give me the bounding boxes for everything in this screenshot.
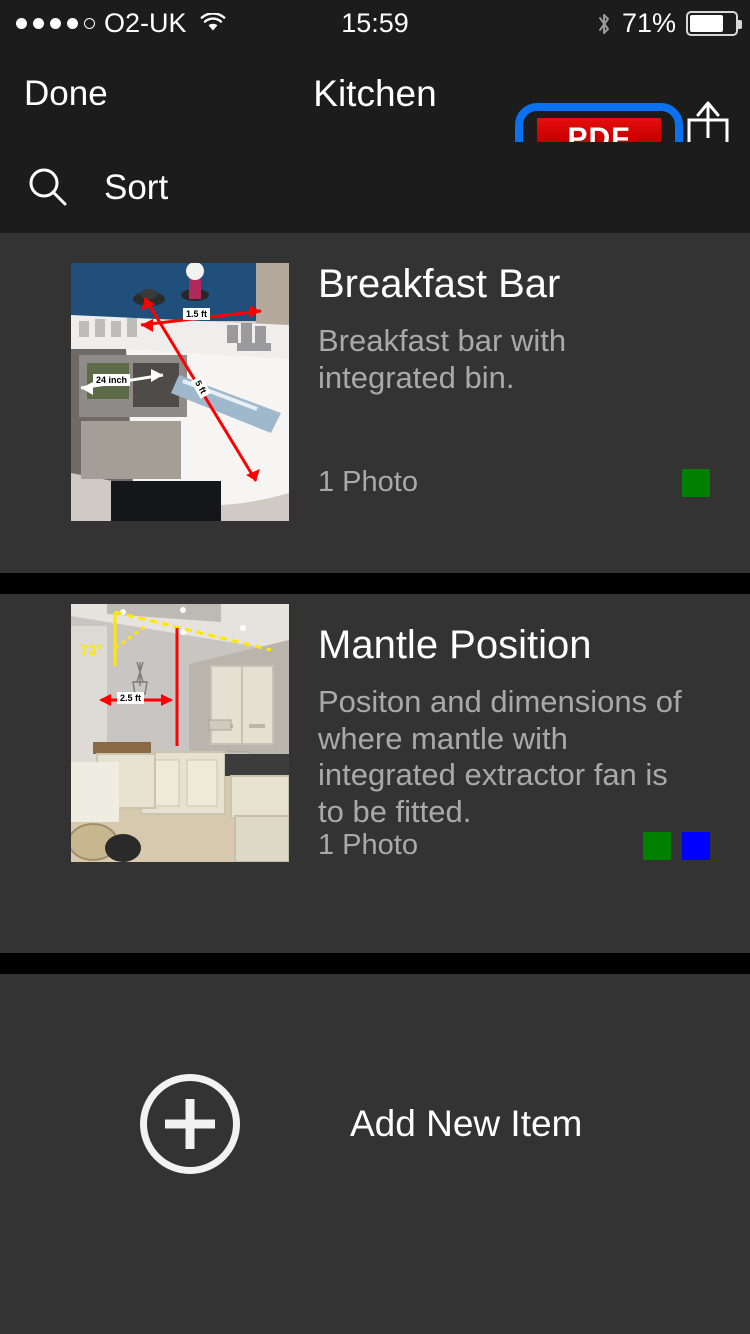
plus-circle-icon[interactable] xyxy=(140,1074,240,1174)
battery-icon xyxy=(686,10,742,36)
add-new-item-row[interactable]: Add New Item xyxy=(0,974,750,1174)
mantle-position-photo: 2.5 ft 73° xyxy=(71,604,289,862)
tag-swatch-green xyxy=(643,831,671,860)
thumb-angle-label: 73° xyxy=(80,642,103,659)
status-bar: O2-UK 15:59 71% xyxy=(0,0,750,46)
list-toolbar: Sort Current Archived xyxy=(0,142,750,354)
sort-button[interactable]: Sort xyxy=(104,142,168,233)
thumb-annotation-label: 1.5 ft xyxy=(183,308,211,320)
bluetooth-icon xyxy=(596,11,612,35)
tag-swatch-blue xyxy=(682,831,710,860)
item-thumbnail[interactable]: 1.5 ft 5 ft 24 inch xyxy=(71,263,289,521)
list-separator xyxy=(0,573,750,594)
thumb-annotation-label: 24 inch xyxy=(93,374,131,386)
list-separator xyxy=(0,953,750,974)
search-icon[interactable] xyxy=(24,163,72,211)
item-details: Mantle Position Positon and dimensions o… xyxy=(289,594,750,953)
list-item[interactable]: 2.5 ft 73° Mantle Position Positon and d… xyxy=(0,594,750,953)
list-item[interactable]: 1.5 ft 5 ft 24 inch Breakfast Bar Breakf… xyxy=(0,233,750,573)
item-description: Breakfast bar with integrated bin. xyxy=(318,323,567,395)
item-list: 1.5 ft 5 ft 24 inch Breakfast Bar Breakf… xyxy=(0,233,750,1334)
add-new-item-label: Add New Item xyxy=(350,1103,583,1144)
thumb-annotation-label: 2.5 ft xyxy=(117,692,145,704)
navigation-bar: Done Kitchen PDF xyxy=(0,46,750,175)
app-root: O2-UK 15:59 71% Done Kitchen PDF Sort 1.… xyxy=(0,0,750,1334)
item-footer: 1 Photo xyxy=(318,466,710,499)
item-title: Mantle Position xyxy=(318,623,592,667)
item-description: Positon and dimensions of where mantle w… xyxy=(318,684,682,829)
item-tags xyxy=(682,468,710,497)
item-thumbnail[interactable]: 2.5 ft 73° xyxy=(71,604,289,862)
tag-swatch-green xyxy=(682,468,710,497)
item-tags xyxy=(643,831,710,860)
item-footer: 1 Photo xyxy=(318,829,710,862)
breakfast-bar-photo: 1.5 ft 5 ft 24 inch xyxy=(71,263,289,521)
battery-percent-label: 71% xyxy=(621,7,676,38)
item-details: Breakfast Bar Breakfast bar with integra… xyxy=(289,233,750,573)
photo-count-label: 1 Photo xyxy=(318,829,418,861)
status-bar-right: 71% xyxy=(596,0,742,46)
item-title: Breakfast Bar xyxy=(318,262,561,306)
photo-count-label: 1 Photo xyxy=(318,466,418,498)
